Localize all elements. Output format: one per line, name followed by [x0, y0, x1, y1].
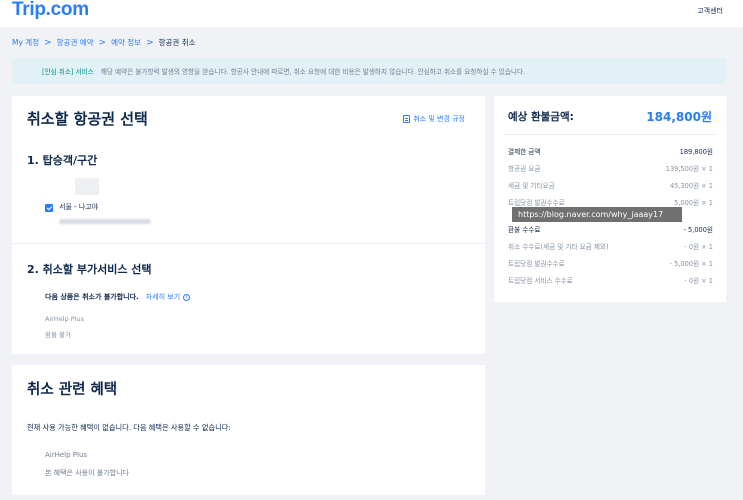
- info-icon[interactable]: i: [183, 293, 191, 301]
- flight-details-redacted: [59, 219, 151, 224]
- passenger-name-redacted: [75, 178, 99, 195]
- refund-estimate-card: 예상 환불금액: 184,800원 결제한 금액 189,800원 항공권 요금…: [494, 96, 726, 302]
- refund-row-value: - 5,000원 × 1: [669, 260, 713, 268]
- refund-row-label: 트립닷컴 서비스 수수료: [508, 277, 573, 285]
- refund-row-value: 189,800원: [679, 148, 713, 156]
- notice-text: 해당 예약은 불가항력 발생의 영향을 받습니다. 항공사 안내에 따르면, 취…: [100, 68, 526, 76]
- page-title: 취소할 항공권 선택: [27, 110, 148, 128]
- chevron-right-icon: >: [146, 37, 154, 48]
- see-details-link[interactable]: 자세히 보기: [146, 292, 180, 302]
- refund-row-value: - 0원 × 1: [684, 277, 713, 285]
- chevron-right-icon: >: [44, 37, 52, 48]
- benefit-description: 현재 사용 가능한 혜택이 없습니다. 다음 혜택은 사용할 수 없습니다:: [27, 423, 231, 432]
- refund-row-label: 트립닷컴 발권수수료: [508, 260, 565, 268]
- refund-row-label: 세금 및 기타요금: [508, 182, 555, 190]
- passenger-section-title: 1. 탑승객/구간: [27, 154, 98, 167]
- customer-service-link[interactable]: 고객센터: [697, 6, 723, 16]
- route-label: 서울 - 나고야: [59, 203, 99, 211]
- addon-section-title: 2. 취소할 부가서비스 선택: [27, 263, 152, 276]
- refund-row-value: 139,500원 × 1: [665, 165, 713, 173]
- noncancellable-note: 다음 상품은 취소가 불가합니다. 자세히 보기 i: [45, 292, 191, 302]
- refund-row: 취소 수수료(세금 및 기타 요금 제외) - 0원 × 1: [508, 241, 713, 251]
- refund-row: 환불 수수료 - 5,000원: [508, 224, 713, 234]
- document-icon: [403, 115, 411, 123]
- trip-logo[interactable]: Trip.com: [12, 0, 89, 21]
- blog-watermark: https://blog.naver.com/why_jaaay17: [512, 207, 682, 222]
- addon-name: AirHelp Plus: [45, 315, 85, 323]
- refund-row: 트립닷컴 발권수수료 5,000원 × 1: [508, 197, 713, 207]
- refund-row-label: 환불 수수료: [508, 226, 541, 234]
- rules-link-label: 취소 및 변경 규정: [413, 115, 465, 123]
- chevron-right-icon: >: [98, 37, 107, 48]
- refund-row: 세금 및 기타요금 45,300원 × 1: [508, 180, 713, 190]
- cancellation-benefit-card: 취소 관련 혜택 현재 사용 가능한 혜택이 없습니다. 다음 혜택은 사용할 …: [12, 365, 485, 495]
- refund-row: 항공권 요금 139,500원 × 1: [508, 163, 713, 173]
- benefit-item-status: 본 혜택은 사용이 불가합니다: [45, 469, 129, 477]
- refund-row-value: - 5,000원: [683, 226, 713, 234]
- refund-row: 결제한 금액 189,800원: [508, 146, 713, 156]
- breadcrumb-current: 항공권 취소: [158, 38, 196, 47]
- benefit-title: 취소 관련 혜택: [27, 382, 118, 398]
- noncancellable-label: 다음 상품은 취소가 불가합니다.: [45, 293, 139, 301]
- refund-row-label: 항공권 요금: [508, 165, 541, 173]
- breadcrumb-flight-booking[interactable]: 항공권 예약: [57, 37, 94, 48]
- top-bar: Trip.com 고객센터: [0, 0, 743, 27]
- route-checkbox[interactable]: [45, 204, 53, 212]
- safe-cancel-notice: [안심 취소] 서비스 해당 예약은 불가항력 발생의 영향을 받습니다. 항공…: [12, 58, 726, 84]
- addon-status: 환불 불가: [45, 331, 71, 339]
- refund-row-value: - 0원 × 1: [684, 243, 713, 251]
- refund-row-label: 트립닷컴 발권수수료: [508, 199, 565, 207]
- rules-link[interactable]: 취소 및 변경 규정: [403, 114, 465, 124]
- refund-row-value: 45,300원 × 1: [669, 182, 713, 190]
- refund-row: 트립닷컴 발권수수료 - 5,000원 × 1: [508, 258, 713, 268]
- refund-row-value: 5,000원 × 1: [674, 199, 713, 207]
- breadcrumb: My 계정 > 항공권 예약 > 예약 정보 > 항공권 취소: [12, 37, 196, 48]
- refund-title: 예상 환불금액:: [508, 111, 574, 123]
- refund-row-label: 결제한 금액: [508, 148, 541, 156]
- notice-tag: [안심 취소] 서비스: [42, 68, 94, 76]
- refund-total: 184,800원: [646, 110, 712, 124]
- refund-row-label: 취소 수수료(세금 및 기타 요금 제외): [508, 243, 609, 251]
- breadcrumb-booking-info[interactable]: 예약 정보: [111, 37, 141, 48]
- breadcrumb-my-account[interactable]: My 계정: [12, 37, 39, 48]
- benefit-item-name: AirHelp Plus: [45, 451, 88, 459]
- section-divider: [12, 243, 485, 244]
- flight-selection-card: 취소할 항공권 선택 취소 및 변경 규정 1. 탑승객/구간 서울 - 나고야…: [12, 96, 485, 354]
- refund-row: 트립닷컴 서비스 수수료 - 0원 × 1: [508, 275, 713, 285]
- refund-divider: [504, 134, 716, 135]
